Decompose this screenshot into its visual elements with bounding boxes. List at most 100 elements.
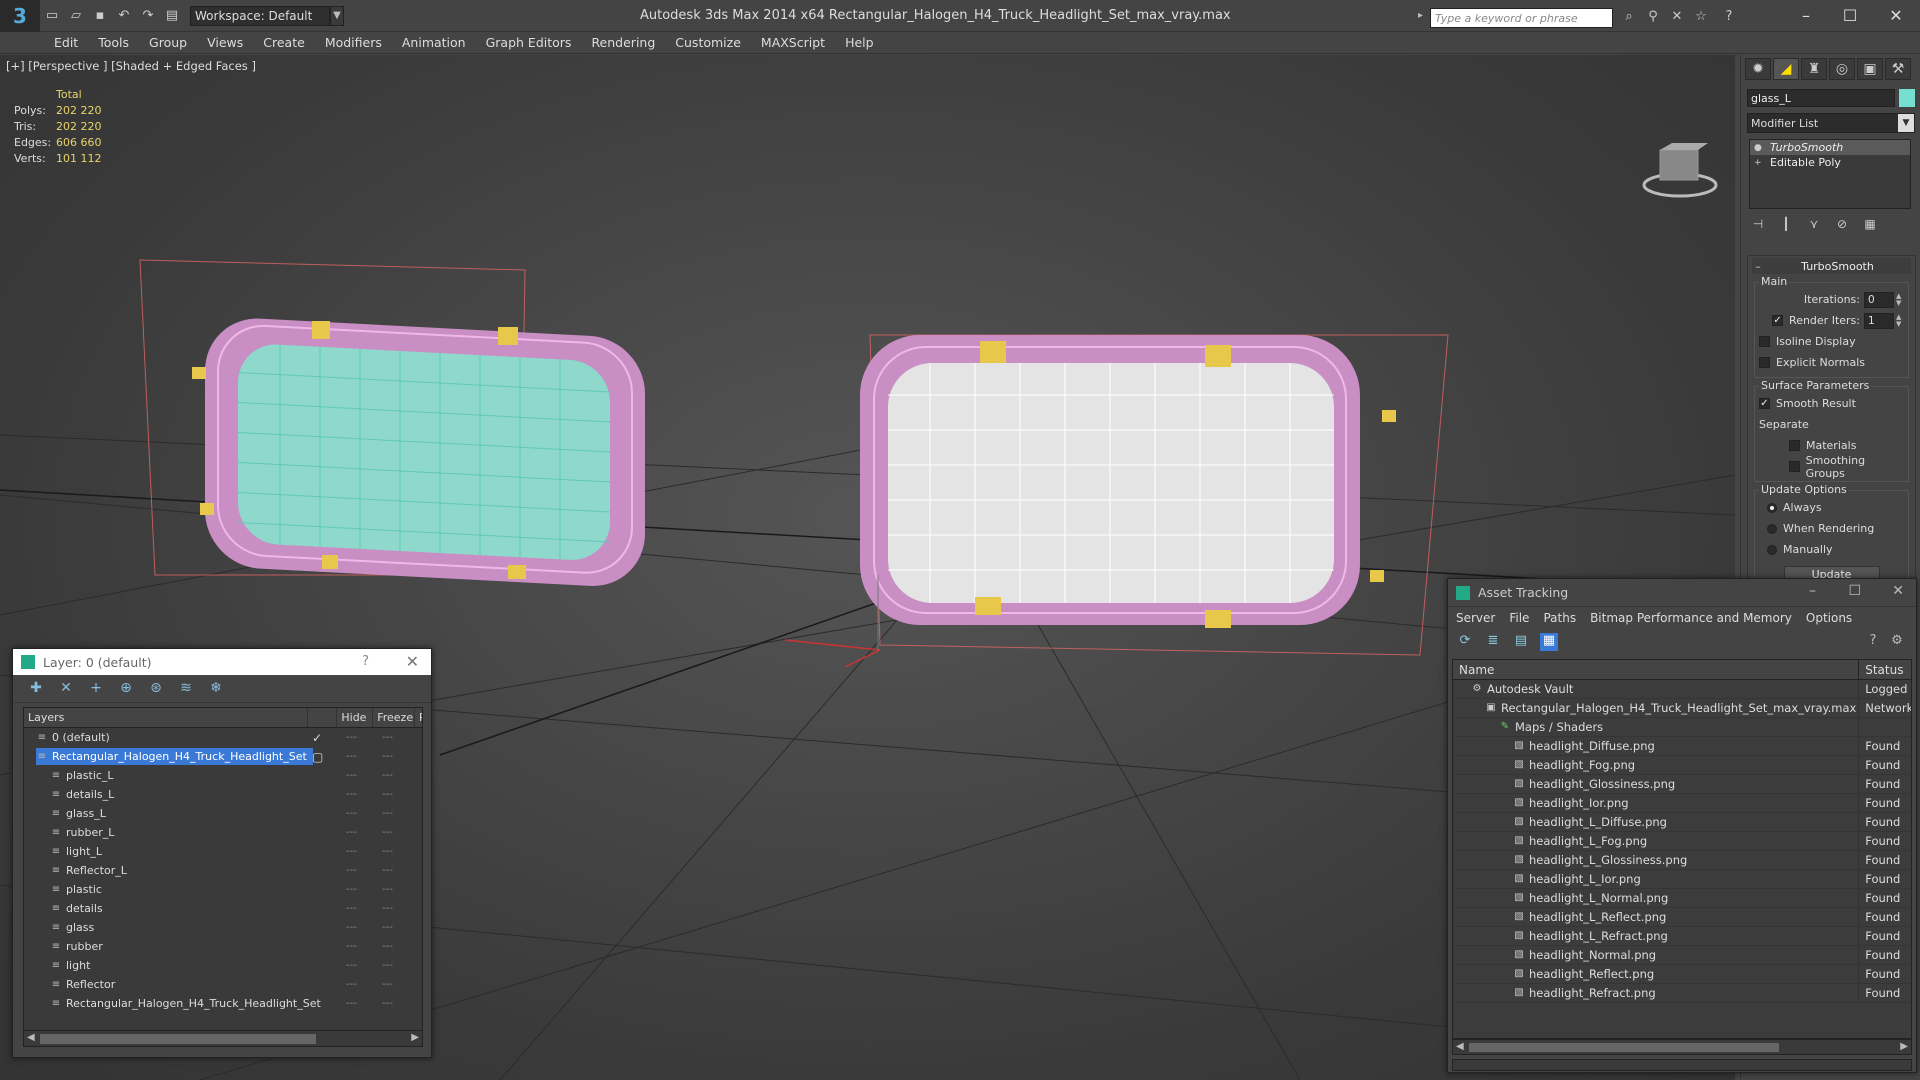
rollout-header[interactable]: – TurboSmooth <box>1752 258 1911 274</box>
layer-row[interactable]: ≡ glass --- --- <box>24 918 422 937</box>
layer-row[interactable]: ≡ rubber --- --- <box>24 937 422 956</box>
smooth-result-checkbox[interactable]: ✓ <box>1759 398 1770 409</box>
freeze-all-icon[interactable]: ❄ <box>207 680 225 698</box>
menu-views[interactable]: Views <box>207 35 243 50</box>
freeze-toggle[interactable]: --- <box>382 789 393 800</box>
minimize-button[interactable]: – <box>1786 4 1826 28</box>
column-status[interactable]: Status <box>1859 660 1911 679</box>
layer-row[interactable]: ≡ plastic --- --- <box>24 880 422 899</box>
scroll-thumb[interactable] <box>1469 1043 1779 1052</box>
new-layer-icon[interactable]: ✚ <box>27 680 45 698</box>
freeze-toggle[interactable]: --- <box>382 979 393 990</box>
layer-name-cell[interactable]: ≡ light <box>50 957 96 974</box>
menu-paths[interactable]: Paths <box>1543 611 1576 625</box>
menu-customize[interactable]: Customize <box>675 35 741 50</box>
project-folder-icon[interactable]: ▤ <box>161 6 183 26</box>
isoline-display-checkbox[interactable] <box>1759 336 1770 347</box>
menu-file[interactable]: File <box>1509 611 1529 625</box>
close-button[interactable]: ✕ <box>1876 4 1916 28</box>
add-to-layer-icon[interactable]: + <box>87 680 105 698</box>
bulb-icon[interactable]: ● <box>1754 143 1764 153</box>
layer-name-cell[interactable]: ≡ rubber <box>50 938 109 955</box>
layer-row[interactable]: ≡ light_L --- --- <box>24 842 422 861</box>
show-end-result-icon[interactable]: ┃ <box>1777 217 1795 233</box>
search-expand-icon[interactable]: ▸ <box>1418 10 1423 21</box>
save-file-icon[interactable]: ▪ <box>89 6 111 26</box>
freeze-toggle[interactable]: --- <box>382 751 393 762</box>
asset-row[interactable]: ▧ headlight_Ior.png Found <box>1453 793 1911 813</box>
close-icon[interactable]: ✕ <box>406 652 419 671</box>
iterations-spinner[interactable]: 0 <box>1864 291 1894 308</box>
materials-checkbox[interactable] <box>1789 440 1800 451</box>
manually-radio[interactable] <box>1767 544 1777 555</box>
settings-icon[interactable]: ⚙ <box>1888 633 1906 651</box>
layer-name-cell[interactable]: ≡ rubber_L <box>50 824 120 841</box>
asset-row[interactable]: ▧ headlight_Reflect.png Found <box>1453 964 1911 984</box>
layer-name-cell[interactable]: ≡ glass <box>50 919 100 936</box>
menu-help[interactable]: Help <box>845 35 874 50</box>
layer-name-cell[interactable]: ≡ plastic <box>50 881 108 898</box>
column-freeze[interactable]: Freeze <box>373 708 415 727</box>
menu-graph-editors[interactable]: Graph Editors <box>486 35 572 50</box>
motion-tab-icon[interactable]: ◎ <box>1829 58 1855 80</box>
minimize-icon[interactable]: – <box>1809 583 1816 599</box>
menu-maxscript[interactable]: MAXScript <box>761 35 825 50</box>
help-icon[interactable]: ? <box>1864 633 1882 651</box>
asset-row[interactable]: ▧ headlight_L_Ior.png Found <box>1453 869 1911 889</box>
scroll-left-icon[interactable]: ◀ <box>27 1032 35 1043</box>
help-icon[interactable]: ? <box>1720 9 1738 25</box>
asset-row[interactable]: ▧ headlight_L_Fog.png Found <box>1453 831 1911 851</box>
utilities-tab-icon[interactable]: ⚒ <box>1885 58 1911 80</box>
delete-layer-icon[interactable]: ✕ <box>57 680 75 698</box>
layer-name-cell[interactable]: ≡ Rectangular_Halogen_H4_Truck_Headlight_… <box>36 748 313 765</box>
modify-tab-icon[interactable]: ◢ <box>1773 58 1799 80</box>
menu-bitmap-performance[interactable]: Bitmap Performance and Memory <box>1590 611 1792 625</box>
asset-row[interactable]: ▣ Rectangular_Halogen_H4_Truck_Headlight_… <box>1453 698 1911 718</box>
hide-toggle[interactable]: --- <box>346 770 357 781</box>
maximize-button[interactable]: ☐ <box>1830 4 1870 28</box>
hide-toggle[interactable]: --- <box>346 960 357 971</box>
stack-item-turbosmooth[interactable]: ● TurboSmooth <box>1750 140 1910 155</box>
grid-view-icon[interactable]: ▦ <box>1540 633 1558 651</box>
freeze-toggle[interactable]: --- <box>382 884 393 895</box>
asset-row[interactable]: ▧ headlight_Fog.png Found <box>1453 755 1911 775</box>
asset-row[interactable]: ▧ headlight_Normal.png Found <box>1453 945 1911 965</box>
viewport-label[interactable]: [+] [Perspective ] [Shaded + Edged Faces… <box>6 59 256 73</box>
freeze-toggle[interactable]: --- <box>382 998 393 1009</box>
freeze-toggle[interactable]: --- <box>382 903 393 914</box>
hide-toggle[interactable]: --- <box>346 903 357 914</box>
asset-row[interactable]: ⚙ Autodesk Vault Logged O <box>1453 679 1911 699</box>
freeze-toggle[interactable]: --- <box>382 922 393 933</box>
hide-toggle[interactable]: --- <box>346 827 357 838</box>
layer-row[interactable]: ≡ rubber_L --- --- <box>24 823 422 842</box>
open-file-icon[interactable]: ▱ <box>65 6 87 26</box>
asset-row[interactable]: ▧ headlight_L_Diffuse.png Found <box>1453 812 1911 832</box>
hide-toggle[interactable]: --- <box>346 732 357 743</box>
hide-toggle[interactable]: --- <box>346 846 357 857</box>
layer-row[interactable]: ≡ plastic_L --- --- <box>24 766 422 785</box>
menu-tools[interactable]: Tools <box>98 35 129 50</box>
current-layer-check-icon[interactable]: ✓ <box>312 731 322 745</box>
asset-row[interactable]: ▧ headlight_L_Glossiness.png Found <box>1453 850 1911 870</box>
always-radio[interactable] <box>1767 502 1777 513</box>
horizontal-scrollbar[interactable]: ◀ ▶ <box>1452 1039 1912 1055</box>
display-tab-icon[interactable]: ▣ <box>1857 58 1883 80</box>
scroll-right-icon[interactable]: ▶ <box>1900 1041 1908 1052</box>
make-unique-icon[interactable]: ⋎ <box>1805 217 1823 233</box>
menu-create[interactable]: Create <box>263 35 305 50</box>
new-file-icon[interactable]: ▭ <box>41 6 63 26</box>
help-icon[interactable]: ? <box>362 654 369 669</box>
horizontal-scrollbar[interactable]: ◀ ▶ <box>24 1030 422 1046</box>
menu-modifiers[interactable]: Modifiers <box>325 35 382 50</box>
search-icon[interactable]: ⚲ <box>1644 9 1662 25</box>
explicit-normals-checkbox[interactable] <box>1759 357 1770 368</box>
table-view-icon[interactable]: ▤ <box>1512 633 1530 651</box>
asset-row[interactable]: ✎ Maps / Shaders <box>1453 717 1911 737</box>
undo-icon[interactable]: ↶ <box>113 6 135 26</box>
column-hide[interactable]: Hide <box>337 708 374 727</box>
freeze-toggle[interactable]: --- <box>382 827 393 838</box>
menu-animation[interactable]: Animation <box>402 35 466 50</box>
hide-toggle[interactable]: --- <box>346 884 357 895</box>
layer-row[interactable]: ≡ 0 (default) ✓ --- --- <box>24 728 422 747</box>
headlight-left[interactable] <box>139 259 645 589</box>
